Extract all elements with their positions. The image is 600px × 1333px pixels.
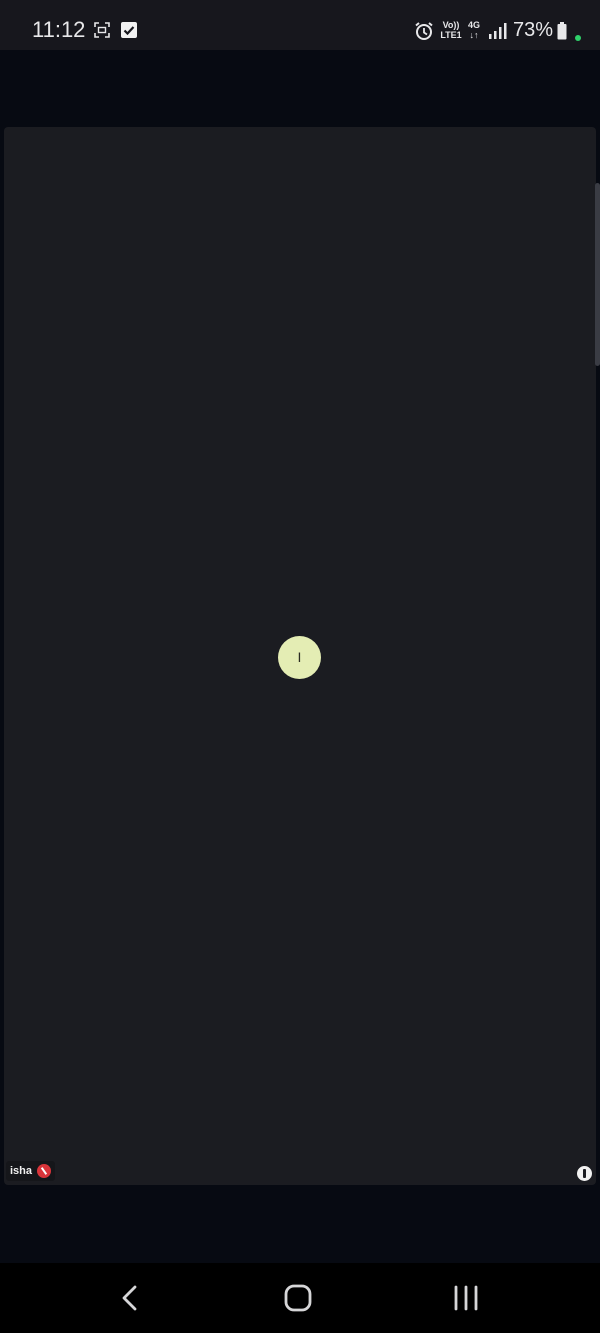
signal-icon: [489, 23, 507, 39]
alarm-icon: [415, 22, 433, 40]
mic-off-icon: [37, 1164, 52, 1178]
home-button[interactable]: [278, 1283, 318, 1313]
check-icon: [121, 22, 137, 38]
participant-name: isha: [10, 1165, 33, 1177]
bottom-toolbar-area: [0, 1185, 600, 1263]
participant-avatar: I: [278, 636, 321, 679]
screenshot-icon: [94, 22, 110, 38]
volte-label-bottom: LTE1: [440, 30, 462, 40]
network-4g-icon: 4G ↓↑: [466, 20, 482, 42]
volte-icon: Vo)) LTE1: [439, 20, 463, 42]
data-arrows-icon: ↓↑: [469, 30, 479, 40]
clock: 11:12: [32, 17, 86, 42]
battery-icon: [557, 22, 567, 40]
status-bar: 11:12 Vo)) LTE1 4G ↓↑ 73%: [0, 0, 600, 50]
network-type-label: 4G: [467, 20, 480, 30]
scrollbar[interactable]: [595, 183, 600, 366]
participant-name-tag: isha: [6, 1161, 56, 1181]
battery-percent: 73%: [513, 19, 554, 41]
recents-button[interactable]: [446, 1283, 486, 1313]
top-toolbar-area: [0, 50, 600, 127]
charging-dot-icon: [575, 35, 581, 41]
back-button[interactable]: [110, 1283, 150, 1313]
volte-label-top: Vo)): [442, 20, 460, 30]
pin-icon[interactable]: [577, 1166, 592, 1181]
